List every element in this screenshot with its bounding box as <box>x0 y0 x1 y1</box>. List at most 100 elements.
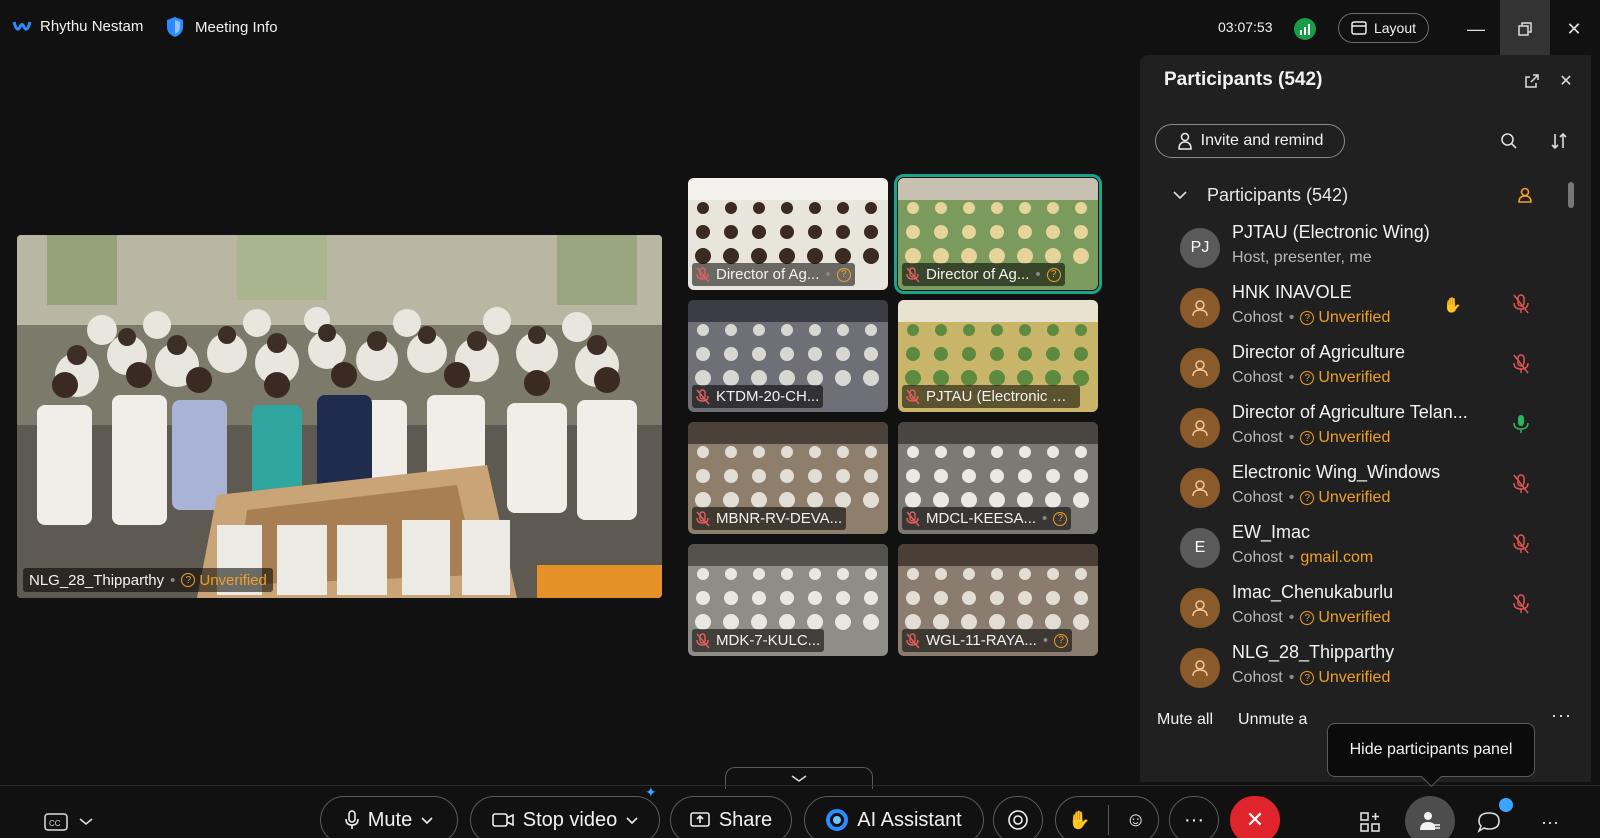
tooltip: Hide participants panel <box>1327 723 1535 777</box>
ai-assistant-icon <box>826 809 849 831</box>
minimize-icon[interactable]: — <box>1461 14 1491 44</box>
mute-button[interactable]: Mute <box>320 796 458 838</box>
meeting-info-label: Meeting Info <box>195 18 278 36</box>
sort-icon[interactable] <box>1546 128 1572 154</box>
share-button[interactable]: Share <box>670 796 792 838</box>
mic-on-icon[interactable] <box>1512 414 1532 434</box>
mute-all-button[interactable]: Mute all <box>1157 711 1213 729</box>
participant-status: ? Unverified <box>1300 489 1390 507</box>
separator-dot: • <box>1035 266 1041 283</box>
participant-row[interactable]: PJ PJTAU (Electronic Wing) Host, presenter… <box>1180 220 1560 280</box>
mic-muted-icon[interactable] <box>1512 294 1532 314</box>
participant-role-text: Cohost <box>1232 549 1283 566</box>
video-tile[interactable]: MBNR-RV-DEVA... <box>688 422 888 534</box>
ai-assistant-button[interactable]: AI Assistant <box>804 796 984 838</box>
mic-muted-icon[interactable] <box>1512 594 1532 614</box>
question-icon: ? <box>1300 371 1315 385</box>
panel-more-icon[interactable]: ··· <box>1551 705 1572 726</box>
participant-status: ? Unverified <box>1300 669 1390 687</box>
mic-muted-icon[interactable] <box>1512 534 1532 554</box>
video-tile[interactable]: MDK-7-KULC... <box>688 544 888 656</box>
video-tile-name: Director of Ag... <box>926 266 1030 283</box>
participant-row[interactable]: NLG_28_Thipparthy Cohost •? Unverified <box>1180 640 1560 700</box>
share-screen-icon <box>690 812 710 827</box>
question-icon: ? <box>1300 491 1315 505</box>
participant-role: Cohost •? Unverified <box>1232 369 1390 387</box>
chat-icon[interactable] <box>1473 806 1505 838</box>
video-tile-name: PJTAU (Electronic Win... <box>926 388 1076 405</box>
participant-role: Host, presenter, me <box>1232 249 1372 267</box>
video-scene <box>17 235 662 598</box>
mic-muted-icon[interactable] <box>1512 474 1532 494</box>
close-window-icon[interactable]: ✕ <box>1559 14 1589 44</box>
avatar: E <box>1180 528 1220 568</box>
main-video[interactable]: NLG_28_Thipparthy • ? Unverified <box>17 235 662 598</box>
sparkle-icon: ✦ <box>645 784 657 800</box>
video-tile[interactable]: Director of Ag... •? <box>894 174 1102 294</box>
mic-muted-icon <box>906 388 920 404</box>
participant-row[interactable]: HNK INAVOLE Cohost •? Unverified ✋ <box>1180 280 1560 340</box>
more-options-button[interactable]: ··· <box>1169 796 1219 838</box>
record-button[interactable] <box>993 796 1043 838</box>
mic-muted-icon <box>696 388 710 404</box>
participant-role-text: Host, presenter, me <box>1232 249 1372 266</box>
person-icon <box>1192 480 1208 497</box>
apps-icon[interactable] <box>1354 806 1386 838</box>
layout-button[interactable]: Layout <box>1338 13 1429 43</box>
participant-name: HNK INAVOLE <box>1232 282 1352 302</box>
participant-row[interactable]: Director of Agriculture Telan... Cohost •?… <box>1180 400 1560 460</box>
app-name: Rhythu Nestam <box>40 18 144 35</box>
pop-out-icon[interactable] <box>1519 68 1545 94</box>
invite-label: Invite and remind <box>1200 132 1324 149</box>
toolbar-more-icon[interactable]: ··· <box>1534 806 1566 838</box>
close-icon: ✕ <box>1245 807 1265 832</box>
chevron-down-icon <box>626 816 638 824</box>
captions-dropdown-icon[interactable] <box>70 806 102 838</box>
leave-meeting-button[interactable]: ✕ <box>1230 796 1280 838</box>
participant-status: ? Unverified <box>1300 429 1390 447</box>
panel-scrollbar[interactable] <box>1568 182 1574 208</box>
participant-name: NLG_28_Thipparthy <box>1232 642 1395 662</box>
participant-role-text: Cohost <box>1232 489 1283 506</box>
raised-hand-icon: ✋ <box>1443 297 1462 314</box>
unverified-badge: ? Unverified <box>181 572 267 589</box>
video-tile[interactable]: Director of Ag... •? <box>688 178 888 290</box>
participant-role-text: Cohost <box>1232 429 1283 446</box>
participant-name: Imac_Chenukaburlu <box>1232 582 1394 602</box>
emoji-reaction-icon[interactable]: ☺ <box>1126 809 1146 832</box>
restore-window-icon[interactable] <box>1500 0 1550 58</box>
participant-row[interactable]: Imac_Chenukaburlu Cohost •? Unverified <box>1180 580 1560 640</box>
raise-hand-icon[interactable]: ✋ <box>1068 810 1090 831</box>
video-tile-name: WGL-11-RAYA... <box>926 632 1037 649</box>
video-tile[interactable]: PJTAU (Electronic Win... <box>898 300 1098 412</box>
ai-assistant-label: AI Assistant <box>857 808 962 831</box>
video-tile-label: KTDM-20-CH... <box>692 385 824 408</box>
search-icon[interactable] <box>1496 128 1522 154</box>
participants-section-header[interactable]: Participants (542) <box>1173 185 1348 206</box>
avatar <box>1180 348 1220 388</box>
separator-dot: • <box>1288 309 1295 326</box>
video-tile[interactable]: MDCL-KEESA... •? <box>898 422 1098 534</box>
close-panel-icon[interactable]: ✕ <box>1553 68 1579 94</box>
mic-muted-icon[interactable] <box>1512 354 1532 374</box>
separator-dot: • <box>1288 369 1295 386</box>
participants-panel: Participants (542) ✕ Invite and remind P… <box>1140 55 1591 782</box>
unverified-icon: ? <box>1054 633 1069 648</box>
stop-video-button[interactable]: Stop video <box>470 796 660 838</box>
video-tile[interactable]: WGL-11-RAYA... •? <box>898 544 1098 656</box>
invite-and-remind-button[interactable]: Invite and remind <box>1155 124 1345 158</box>
record-icon <box>1008 810 1028 830</box>
video-tile[interactable]: KTDM-20-CH... <box>688 300 888 412</box>
participant-name: Director of Agriculture <box>1232 342 1406 362</box>
participant-row[interactable]: Electronic Wing_Windows Cohost •? Unverifie… <box>1180 460 1560 520</box>
participant-row[interactable]: E EW_Imac Cohost • gmail.com <box>1180 520 1560 580</box>
avatar <box>1180 408 1220 448</box>
meeting-info-button[interactable]: Meeting Info <box>165 16 278 38</box>
main-video-label: NLG_28_Thipparthy • ? Unverified <box>23 568 273 592</box>
person-icon <box>1192 660 1208 677</box>
network-signal-icon[interactable] <box>1294 18 1316 40</box>
closed-captions-icon[interactable]: CC <box>40 806 72 838</box>
participants-panel-button[interactable] <box>1405 796 1455 838</box>
participant-row[interactable]: Director of Agriculture Cohost •? Unverifie… <box>1180 340 1560 400</box>
unmute-all-button[interactable]: Unmute a <box>1238 711 1307 729</box>
